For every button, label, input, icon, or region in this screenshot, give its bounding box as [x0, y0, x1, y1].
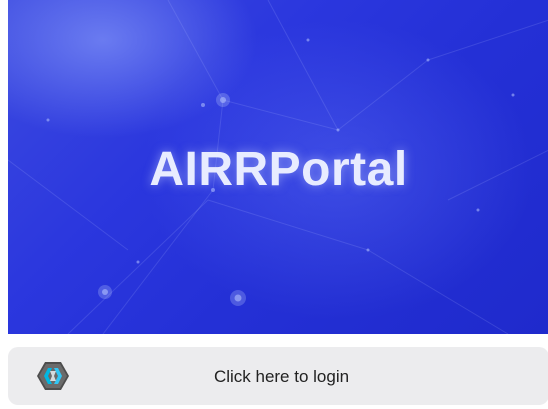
hero-banner: AIRRPortal: [8, 0, 548, 334]
portal-title: AIRRPortal: [149, 143, 408, 196]
login-button[interactable]: Click here to login: [8, 347, 548, 405]
login-label: Click here to login: [213, 367, 350, 386]
login-page: AIRRPortal Click here to login: [0, 0, 548, 409]
